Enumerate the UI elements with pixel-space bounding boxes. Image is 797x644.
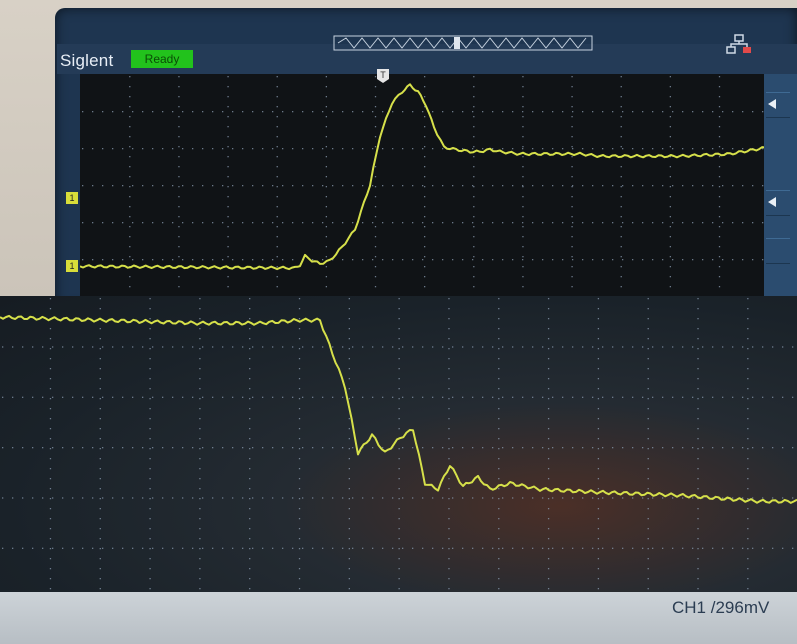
channel-marker-icon: 1 [66, 260, 78, 272]
side-arrow-icon [768, 99, 776, 109]
status-badge: Ready [131, 50, 193, 68]
brand-label: Siglent [60, 51, 114, 70]
side-tab-3[interactable] [766, 238, 790, 264]
timebase-window-icon[interactable] [328, 33, 598, 53]
side-arrow-icon [768, 197, 776, 207]
bottom-trace [0, 314, 797, 504]
top-trace [80, 83, 768, 271]
channel-readout: CH1 /296mV [672, 598, 770, 617]
channel-marker-icon: 1 [66, 192, 78, 204]
trigger-marker-icon: T [377, 69, 389, 83]
network-icon [726, 34, 751, 54]
signal-trace-line [80, 83, 768, 271]
oscilloscope-photo-composite: Siglent Ready T 1 1 CH1 /296mV [0, 0, 797, 644]
top-photo: Siglent Ready T 1 1 [0, 0, 797, 296]
bottom-photo [0, 296, 797, 598]
trigger-marker-label: T [380, 70, 386, 80]
signal-trace-line [0, 314, 797, 504]
